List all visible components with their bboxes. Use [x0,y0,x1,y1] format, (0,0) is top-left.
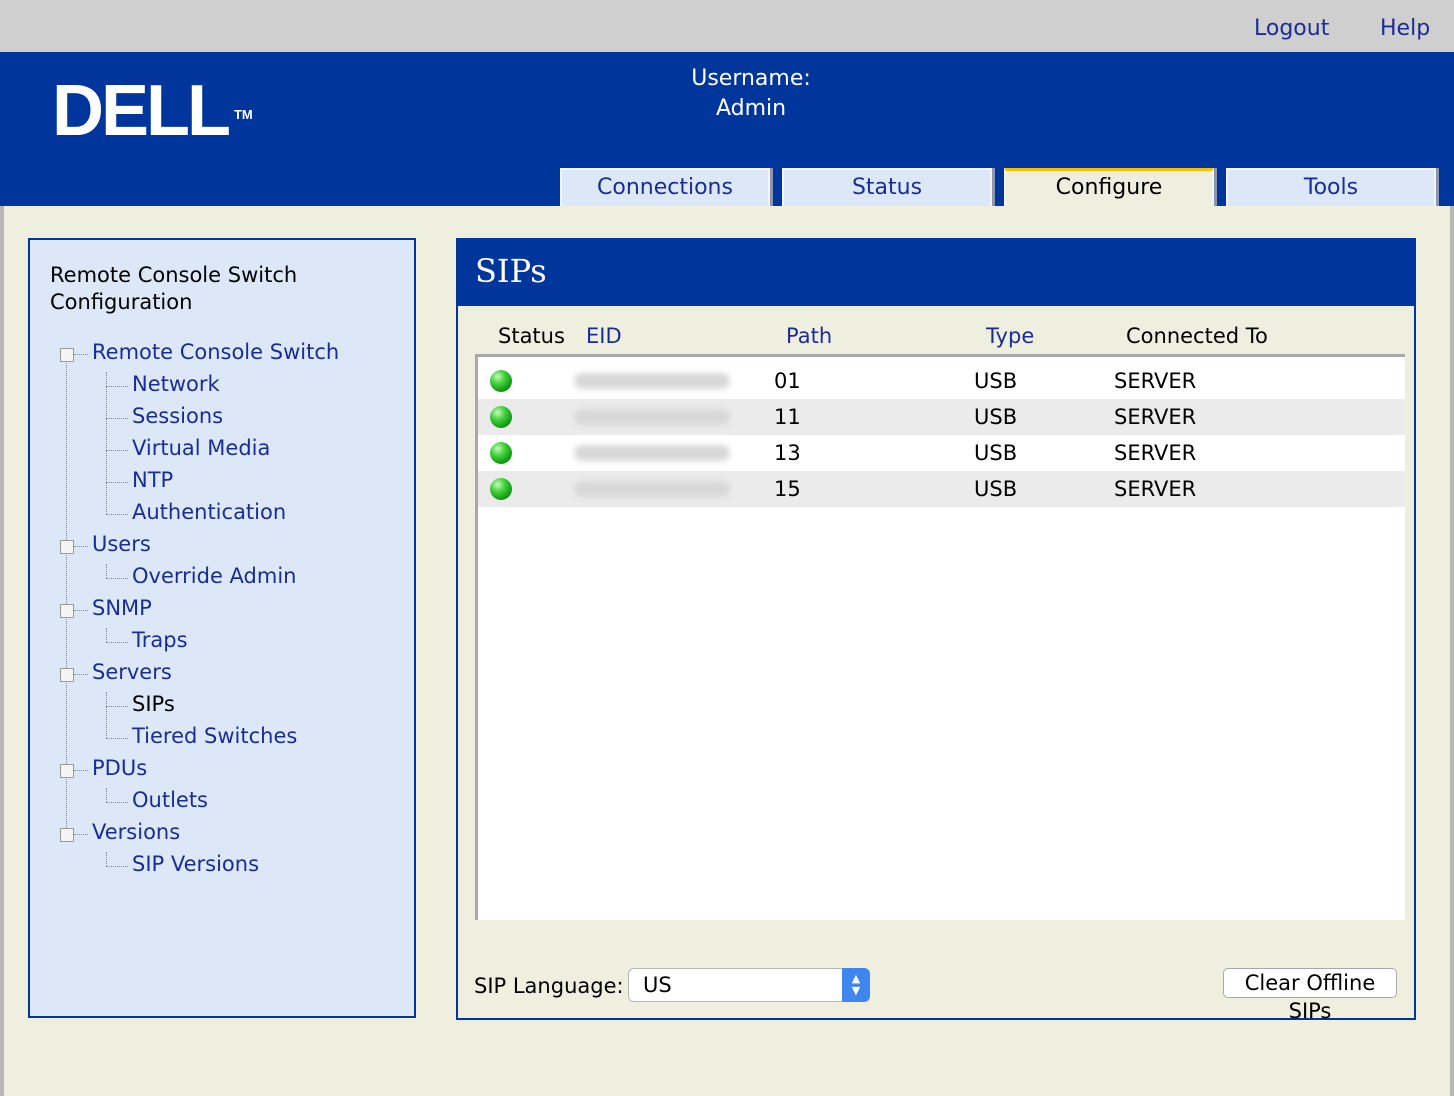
column-header-eid[interactable]: EID [586,324,622,348]
tree-item-sip-versions[interactable]: SIP Versions [132,852,259,876]
tree-item-pdus[interactable]: PDUs [92,756,147,780]
tree-connector [74,610,88,611]
type-cell: USB [974,369,1018,393]
tree-connector [106,738,128,739]
tree-item-sips[interactable]: SIPs [132,692,175,716]
up-down-chevron-icon[interactable]: ▲ ▼ [842,968,870,1002]
tree-connector [106,642,128,643]
tree-item-ntp[interactable]: NTP [132,468,173,492]
tab-tools[interactable]: Tools [1226,168,1436,206]
top-bar: Logout Help [0,0,1454,52]
clear-offline-sips-button[interactable]: Clear Offline SIPs [1223,968,1397,1023]
tree-branch-line [106,564,107,578]
tree-branch-line [106,852,107,866]
table-row[interactable]: 15 USB SERVER [478,471,1405,507]
tree-item-traps[interactable]: Traps [132,628,188,652]
tree-expander-icon[interactable] [60,348,74,362]
tree-item-outlets[interactable]: Outlets [132,788,208,812]
tree-branch-line [106,628,107,642]
tree-item-servers[interactable]: Servers [92,660,172,684]
connected-to-cell: SERVER [1114,477,1197,501]
tree-connector [106,866,128,867]
tree-item-snmp[interactable]: SNMP [92,596,152,620]
type-cell: USB [974,477,1018,501]
green-status-dot-icon [490,370,512,392]
tree-expander-icon[interactable] [60,828,74,842]
tree-connector [106,450,128,451]
sips-panel: SIPs Status EID Path Type Connected To 0… [456,238,1416,1023]
path-cell: 15 [774,477,801,501]
connected-to-cell: SERVER [1114,405,1197,429]
tree-branch-line [106,692,107,738]
tree-connector [74,770,88,771]
redacted-eid [574,409,730,425]
config-navigation-panel: Remote Console Switch Configuration Remo… [28,238,416,1018]
sip-language-label: SIP Language: [474,974,624,998]
tree-item-network[interactable]: Network [132,372,220,396]
tree-connector [74,354,88,355]
redacted-eid [574,481,730,497]
tab-status[interactable]: Status [782,168,992,206]
tree-connector [74,674,88,675]
tree-connector [106,482,128,483]
help-link[interactable]: Help [1380,16,1430,41]
connected-to-cell: SERVER [1114,441,1197,465]
tree-item-authentication[interactable]: Authentication [132,500,286,524]
tree-expander-icon[interactable] [60,540,74,554]
green-status-dot-icon [490,478,512,500]
tree-connector [106,418,128,419]
username-value: Admin [715,96,787,121]
tree-connector [106,706,128,707]
tree-item-override-admin[interactable]: Override Admin [132,564,296,588]
redacted-eid [574,445,730,461]
column-header-connected-to[interactable]: Connected To [1126,324,1268,348]
path-cell: 11 [774,405,801,429]
tree-expander-icon[interactable] [60,668,74,682]
tree-connector [106,802,128,803]
tab-connections[interactable]: Connections [560,168,770,206]
dell-logo: DELL TM [52,71,253,151]
username-label: Username: [691,66,811,91]
tree-expander-icon[interactable] [60,604,74,618]
column-header-type[interactable]: Type [986,324,1034,348]
path-cell: 13 [774,441,801,465]
table-row[interactable]: 11 USB SERVER [478,399,1405,435]
tree-connector [106,514,128,515]
page-title: SIPs [475,252,547,290]
tree-item-tiered-switches[interactable]: Tiered Switches [132,724,297,748]
sips-table: 01 USB SERVER 11 USB SERVER 13 USB SERVE… [475,354,1405,920]
tree-expander-icon[interactable] [60,764,74,778]
redacted-eid [574,373,730,389]
tree-connector [106,578,128,579]
type-cell: USB [974,405,1018,429]
tree-branch-line [106,788,107,802]
panel-header: SIPs [458,240,1414,306]
tree-branch-line [106,372,107,514]
path-cell: 01 [774,369,801,393]
navigation-title: Remote Console Switch Configuration [50,263,298,314]
column-header-path[interactable]: Path [786,324,832,348]
sip-language-select[interactable]: US ▲ ▼ [628,968,870,1002]
tree-item-users[interactable]: Users [92,532,151,556]
green-status-dot-icon [490,442,512,464]
tree-item-sessions[interactable]: Sessions [132,404,223,428]
tree-connector [74,546,88,547]
tree-item-remote-console-switch[interactable]: Remote Console Switch [92,340,339,364]
green-status-dot-icon [490,406,512,428]
logout-link[interactable]: Logout [1254,16,1329,41]
tree-item-virtual-media[interactable]: Virtual Media [132,436,270,460]
table-row[interactable]: 13 USB SERVER [478,435,1405,471]
tab-configure[interactable]: Configure [1004,168,1214,206]
connected-to-cell: SERVER [1114,369,1197,393]
window-edge-left [0,206,4,1096]
window-edge-right [1450,206,1454,1096]
type-cell: USB [974,441,1018,465]
tree-connector [106,386,128,387]
column-header-status[interactable]: Status [498,324,565,348]
table-row[interactable]: 01 USB SERVER [478,363,1405,399]
tree-connector [74,834,88,835]
sip-language-value: US [643,973,672,997]
tree-item-versions[interactable]: Versions [92,820,180,844]
